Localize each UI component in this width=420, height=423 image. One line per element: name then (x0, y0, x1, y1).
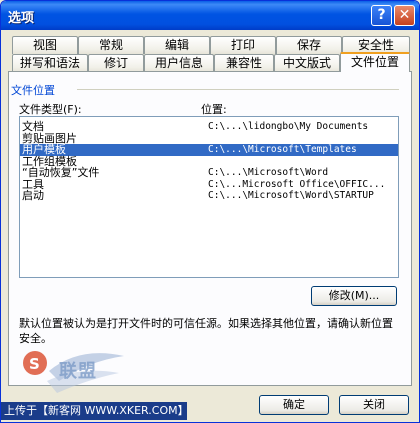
tab-edit[interactable]: 编辑 (144, 36, 210, 54)
window-title: 选项 (8, 11, 35, 26)
file-type-cell: 启动 (22, 189, 44, 202)
location-header: 位置: (201, 103, 227, 116)
section-title: 文件位置 (11, 84, 55, 97)
close-window-button[interactable]: ✕ (394, 5, 415, 26)
location-cell: C:\...\Microsoft\Word\STARTUP (208, 190, 374, 201)
tab-view[interactable]: 视图 (12, 36, 78, 54)
section-divider (77, 89, 399, 90)
close-button[interactable]: 关闭 (339, 395, 409, 415)
file-type-header: 文件类型(F): (19, 103, 82, 116)
tab-compatibility[interactable]: 兼容性 (214, 54, 274, 72)
location-cell: C:\...\Microsoft\Templates (208, 144, 357, 155)
location-cell: C:\...Microsoft Office\OFFIC... (208, 178, 386, 190)
ok-button[interactable]: 确定 (259, 395, 329, 415)
list-item[interactable]: 剪贴画图片 (20, 132, 398, 145)
list-item[interactable]: 工具 C:\...Microsoft Office\OFFIC... (20, 178, 398, 191)
help-button[interactable]: ? (371, 5, 392, 26)
tab-track-changes[interactable]: 修订 (88, 54, 144, 72)
tab-save[interactable]: 保存 (276, 36, 342, 54)
tab-general[interactable]: 常规 (78, 36, 144, 54)
tab-print[interactable]: 打印 (210, 36, 276, 54)
uploader-banner: 上传于【新客网 WWW.XKER.COM】 (1, 402, 189, 420)
tab-user-info[interactable]: 用户信息 (144, 54, 214, 72)
list-item[interactable]: 启动 C:\...\Microsoft\Word\STARTUP (20, 190, 398, 202)
tab-file-locations[interactable]: 文件位置 (340, 52, 410, 72)
options-dialog: 选项 ? ✕ 视图 常规 编辑 打印 保存 安全性 拼写和语法 修订 用户信息 … (0, 0, 420, 423)
location-cell: C:\...\lidongbo\My Documents (208, 121, 369, 132)
list-item[interactable]: “自动恢复”文件 C:\...\Microsoft\Word (20, 167, 398, 179)
file-locations-list[interactable]: 文档 C:\...\lidongbo\My Documents 剪贴画图片 用户模板 C… (19, 116, 399, 278)
svg-text:S: S (29, 355, 40, 373)
location-cell: C:\...\Microsoft\Word (208, 167, 329, 178)
watermark-text: 联盟 (59, 361, 97, 382)
tab-chinese-layout[interactable]: 中文版式 (274, 54, 340, 72)
tab-spelling-grammar[interactable]: 拼写和语法 (12, 54, 88, 72)
title-bar[interactable]: 选项 ? ✕ (1, 1, 419, 30)
modify-button[interactable]: 修改(M)... (311, 286, 397, 306)
